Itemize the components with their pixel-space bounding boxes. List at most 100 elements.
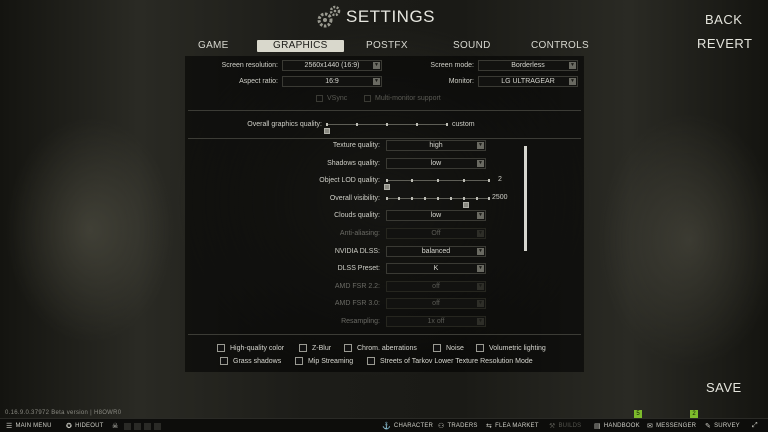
flea-market-button[interactable]: ⇆ FLEA MARKET xyxy=(486,419,539,432)
chevron-down-icon: ▼ xyxy=(477,160,484,167)
handbook-icon: ▤ xyxy=(594,423,601,430)
clouds-quality-dropdown[interactable]: low ▼ xyxy=(386,210,486,221)
aspect-ratio-label: Aspect ratio: xyxy=(239,78,278,85)
slider-handle[interactable] xyxy=(324,128,330,134)
checkbox-box xyxy=(295,357,303,365)
checkbox-box xyxy=(220,357,228,365)
handbook-badge: 5 xyxy=(634,410,642,418)
slider-tick xyxy=(476,197,478,200)
checkbox-box xyxy=(299,344,307,352)
multi-monitor-checkbox[interactable]: Multi-monitor support xyxy=(364,95,441,102)
hq-color-label: High-quality color xyxy=(230,344,285,352)
vsync-checkbox[interactable]: VSync xyxy=(316,95,347,102)
texture-quality-value: high xyxy=(429,142,443,149)
streets-lowres-checkbox[interactable]: Streets of Tarkov Lower Texture Resoluti… xyxy=(367,357,533,365)
monitor-dropdown[interactable]: LG ULTRAGEAR ▼ xyxy=(478,76,578,87)
chrom-aberrations-checkbox[interactable]: Chrom. aberrations xyxy=(344,344,417,352)
handbook-button[interactable]: ▤ HANDBOOK xyxy=(594,419,640,432)
save-button[interactable]: SAVE xyxy=(706,380,742,395)
builds-button[interactable]: ⚒ BUILDS xyxy=(549,419,581,432)
handbook-label: HANDBOOK xyxy=(603,423,640,429)
chevron-down-icon: ▼ xyxy=(477,265,484,272)
slider-tick xyxy=(450,197,452,200)
chevron-down-icon: ▼ xyxy=(477,230,484,237)
checkbox-box xyxy=(316,95,323,102)
chevron-down-icon: ▼ xyxy=(477,248,484,255)
flea-market-icon: ⇆ xyxy=(486,423,493,430)
tab-postfx[interactable]: POSTFX xyxy=(366,40,408,51)
tab-controls[interactable]: CONTROLS xyxy=(531,40,589,51)
overall-quality-slider[interactable] xyxy=(324,121,448,135)
streets-lowres-label: Streets of Tarkov Lower Texture Resoluti… xyxy=(380,357,533,365)
character-icon: ⚓ xyxy=(382,423,391,430)
shadows-quality-dropdown[interactable]: low ▼ xyxy=(386,158,486,169)
bottom-nav-bar: ☰ MAIN MENU ✪ HIDEOUT ☠ ⚓ CHARACTER ⚇ TR… xyxy=(0,418,768,432)
clouds-quality-label: Clouds quality: xyxy=(334,212,380,219)
texture-quality-dropdown[interactable]: high ▼ xyxy=(386,140,486,151)
expand-icon: ⤢ xyxy=(752,422,758,429)
back-button[interactable]: BACK xyxy=(705,12,742,27)
survey-button[interactable]: ✎ SURVEY xyxy=(705,419,740,432)
slider-tick xyxy=(463,197,465,200)
screen-mode-dropdown[interactable]: Borderless ▼ xyxy=(478,60,578,71)
dlss-preset-value: K xyxy=(433,265,439,272)
builds-label: BUILDS xyxy=(558,423,582,429)
revert-button[interactable]: REVERT xyxy=(697,36,753,51)
slider-tick xyxy=(356,123,358,126)
traders-button[interactable]: ⚇ TRADERS xyxy=(438,419,478,432)
slider-tick xyxy=(446,123,448,126)
main-menu-button[interactable]: ☰ MAIN MENU xyxy=(6,419,52,432)
slider-handle[interactable] xyxy=(384,184,390,190)
anti-aliasing-value: Off xyxy=(431,230,441,237)
dlss-preset-dropdown[interactable]: K ▼ xyxy=(386,263,486,274)
hideout-icon: ✪ xyxy=(66,423,73,430)
menu-icon: ☰ xyxy=(6,423,13,430)
grass-shadows-checkbox[interactable]: Grass shadows xyxy=(220,357,281,365)
amd-fsr30-dropdown[interactable]: off ▼ xyxy=(386,298,486,309)
resampling-dropdown[interactable]: 1x off ▼ xyxy=(386,316,486,327)
noise-checkbox[interactable]: Noise xyxy=(433,344,464,352)
chevron-down-icon: ▼ xyxy=(477,212,484,219)
skull-icon: ☠ xyxy=(112,423,119,430)
tab-graphics[interactable]: GRAPHICS xyxy=(257,40,344,52)
slider-handle[interactable] xyxy=(463,202,469,208)
tab-game[interactable]: GAME xyxy=(198,40,229,51)
slider-tick xyxy=(416,123,418,126)
anti-aliasing-dropdown[interactable]: Off ▼ xyxy=(386,228,486,239)
checkbox-box xyxy=(476,344,484,352)
chevron-down-icon: ▼ xyxy=(373,78,380,85)
tab-sound[interactable]: SOUND xyxy=(453,40,491,51)
amd-fsr30-label: AMD FSR 3.0: xyxy=(334,300,380,307)
screen-resolution-dropdown[interactable]: 2560x1440 (16:9) ▼ xyxy=(282,60,382,71)
object-lod-slider[interactable] xyxy=(384,177,490,191)
hq-color-checkbox[interactable]: High-quality color xyxy=(217,344,284,352)
checkbox-box xyxy=(217,344,225,352)
messenger-icon: ✉ xyxy=(647,423,654,430)
overall-visibility-slider[interactable] xyxy=(386,195,490,209)
aspect-ratio-dropdown[interactable]: 16:9 ▼ xyxy=(282,76,382,87)
slot-box xyxy=(124,422,132,430)
nvidia-dlss-dropdown[interactable]: balanced ▼ xyxy=(386,246,486,257)
mip-streaming-checkbox[interactable]: Mip Streaming xyxy=(295,357,353,365)
settings-scrollbar[interactable] xyxy=(524,146,527,251)
slider-tick xyxy=(437,179,439,182)
slot-box xyxy=(154,422,162,430)
object-lod-value: 2 xyxy=(498,176,502,183)
page-header: SETTINGS xyxy=(316,5,435,29)
messenger-button[interactable]: ✉ MESSENGER xyxy=(647,419,696,432)
chevron-down-icon: ▼ xyxy=(477,283,484,290)
volumetric-lighting-label: Volumetric lighting xyxy=(489,344,546,352)
slider-tick xyxy=(411,197,413,200)
zblur-checkbox[interactable]: Z-Blur xyxy=(299,344,331,352)
slider-tick xyxy=(437,197,439,200)
amd-fsr22-dropdown[interactable]: off ▼ xyxy=(386,281,486,292)
hideout-button[interactable]: ✪ HIDEOUT xyxy=(66,419,103,432)
hideout-label: HIDEOUT xyxy=(75,423,104,429)
anti-aliasing-label: Anti-aliasing: xyxy=(339,230,380,237)
character-button[interactable]: ⚓ CHARACTER xyxy=(382,419,433,432)
settings-tabs: GAME GRAPHICS POSTFX SOUND CONTROLS xyxy=(190,40,590,54)
chevron-down-icon: ▼ xyxy=(477,318,484,325)
overall-visibility-value: 2500 xyxy=(492,194,508,201)
fullscreen-button[interactable]: ⤢ xyxy=(752,419,761,432)
volumetric-lighting-checkbox[interactable]: Volumetric lighting xyxy=(476,344,546,352)
